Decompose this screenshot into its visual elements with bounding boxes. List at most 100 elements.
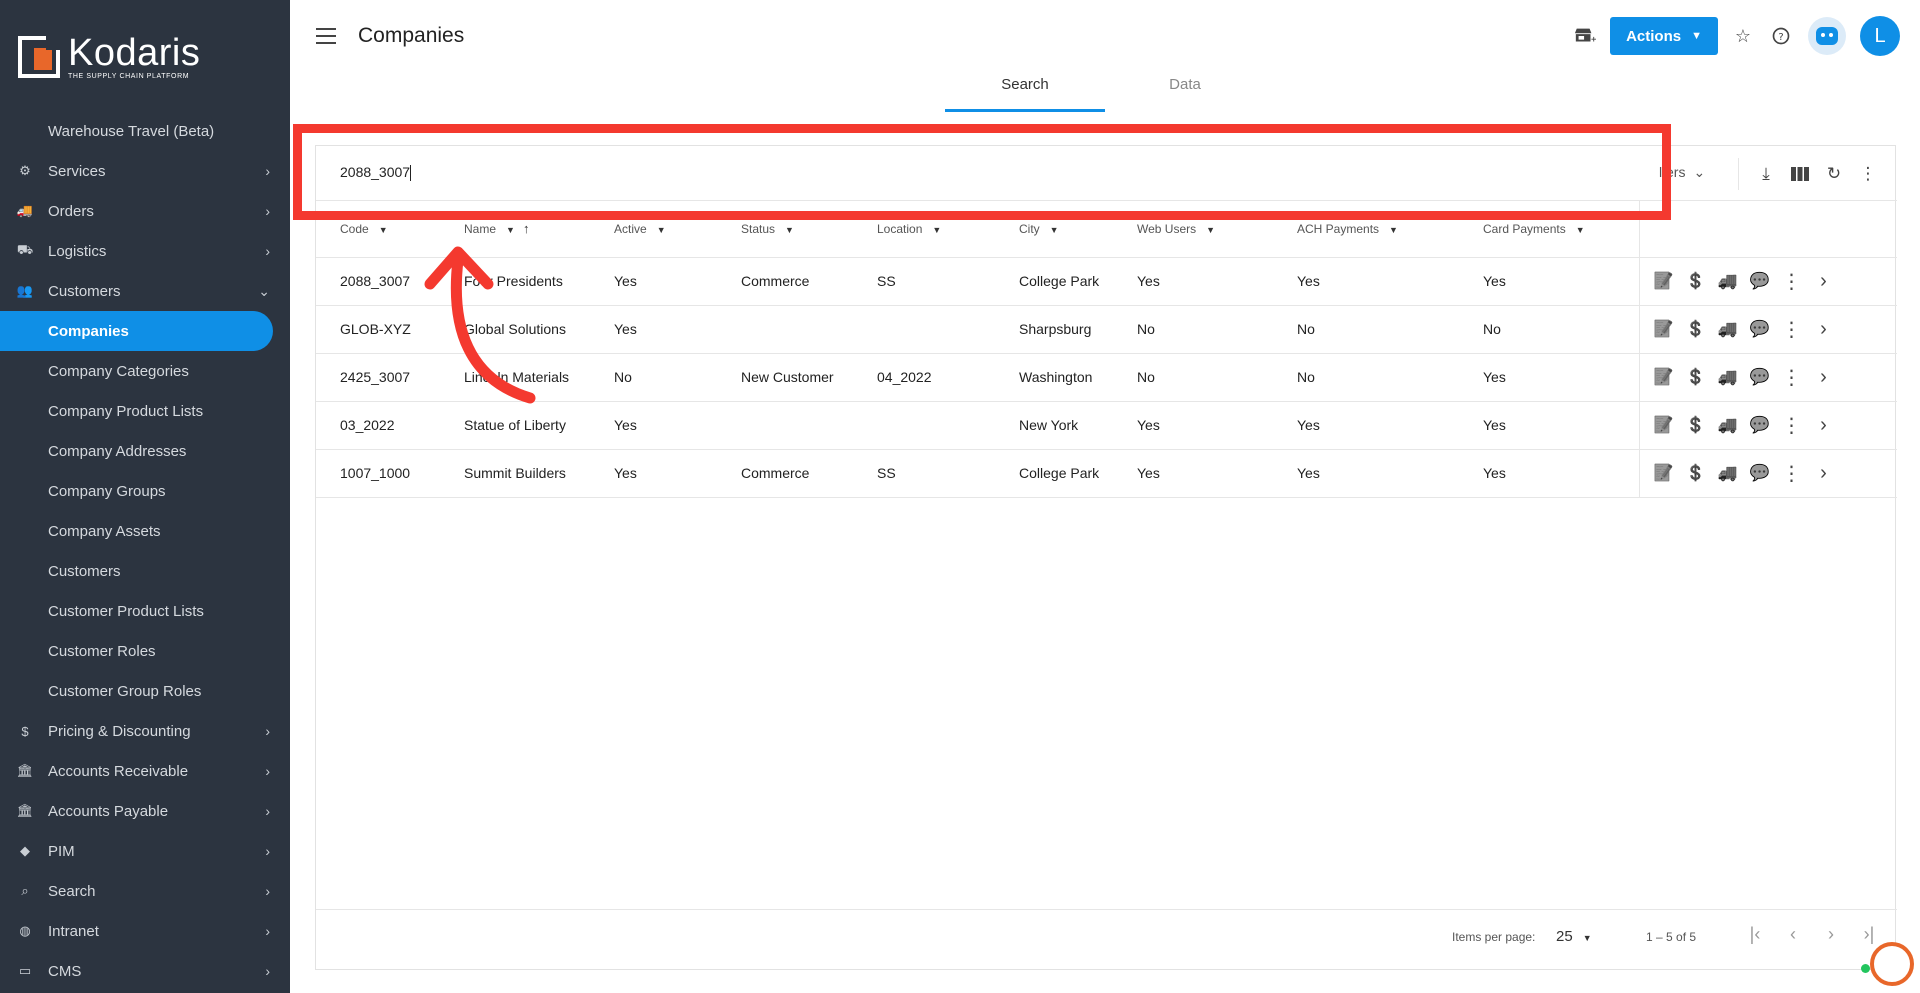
cell-city: Sharpsburg [995,305,1113,354]
sidebar-item-services[interactable]: ⚙ Services › [0,151,290,191]
sidebar-item-pricing-discounting[interactable]: $ Pricing & Discounting › [0,711,290,751]
menu-icon[interactable] [316,28,336,44]
sidebar-item-pim[interactable]: ◆ PIM › [0,831,290,871]
comment-icon[interactable]: 💬 [1744,367,1776,387]
cell-ach-payments: Yes [1273,449,1459,498]
sort-caret-icon[interactable]: ▼ [379,225,388,235]
refresh-icon[interactable]: ↻ [1819,159,1849,189]
next-page-icon[interactable]: › [1812,924,1850,945]
sort-caret-icon[interactable]: ▼ [506,225,515,235]
note-add-icon[interactable]: 📝 [1648,319,1680,339]
tab-data[interactable]: Data [1105,76,1265,112]
logo-name: Kodaris [68,31,201,74]
first-page-icon[interactable]: |‹ [1736,924,1774,945]
sort-caret-icon[interactable]: ▼ [785,225,794,235]
sort-caret-icon[interactable]: ▼ [1206,225,1215,235]
sidebar-item-company-assets[interactable]: Company Assets [0,511,290,551]
sidebar-item-company-product-lists[interactable]: Company Product Lists [0,391,290,431]
sidebar-item-search[interactable]: ⌕ Search › [0,871,290,911]
price-tag-icon[interactable]: 💲 [1680,415,1712,435]
price-tag-icon[interactable]: 💲 [1680,463,1712,483]
table-row[interactable]: 1007_1000 Summit Builders Yes Commerce SS Col… [316,449,1897,498]
comment-icon[interactable]: 💬 [1744,319,1776,339]
sidebar-item-logistics[interactable]: ⛟ Logistics › [0,231,290,271]
more-vert-icon[interactable]: ⋮ [1776,461,1808,486]
sidebar-item-company-groups[interactable]: Company Groups [0,471,290,511]
cell-city: New York [995,401,1113,450]
actions-button[interactable]: Actions ▼ [1610,17,1718,55]
columns-icon[interactable] [1785,159,1815,189]
more-vert-icon[interactable]: ⋮ [1776,317,1808,342]
page-size-select[interactable]: 25 ▼ [1556,928,1592,945]
sidebar-item-customers[interactable]: 👥 Customers ⌄ [0,271,290,311]
price-tag-icon[interactable]: 💲 [1680,319,1712,339]
more-vert-icon[interactable]: ⋮ [1853,159,1883,189]
sidebar-item-customer-group-roles[interactable]: Customer Group Roles [0,671,290,711]
bank-icon: 🏛 [16,803,34,818]
last-page-icon[interactable]: ›| [1850,924,1888,945]
price-tag-icon[interactable]: 💲 [1680,271,1712,291]
cell-ach-payments: No [1273,305,1459,354]
shipping-icon[interactable]: 🚚 [1712,463,1744,483]
note-add-icon[interactable]: 📝 [1648,367,1680,387]
sort-ascending-icon[interactable]: ↑ [523,221,530,236]
sort-caret-icon[interactable]: ▼ [1576,225,1585,235]
note-add-icon[interactable]: 📝 [1648,463,1680,483]
sidebar-item-company-categories[interactable]: Company Categories [0,351,290,391]
chat-support-icon[interactable] [1870,942,1914,986]
sidebar-item-customer-product-lists[interactable]: Customer Product Lists [0,591,290,631]
sort-caret-icon[interactable]: ▼ [1050,225,1059,235]
shipping-icon[interactable]: 🚚 [1712,367,1744,387]
sort-caret-icon[interactable]: ▼ [932,225,941,235]
chevron-right-icon[interactable]: › [1808,366,1840,389]
more-vert-icon[interactable]: ⋮ [1776,269,1808,294]
kodaris-logo[interactable]: Kodaris THE SUPPLY CHAIN PLATFORM [18,34,200,80]
comment-icon[interactable]: 💬 [1744,463,1776,483]
price-tag-icon[interactable]: 💲 [1680,367,1712,387]
chevron-right-icon[interactable]: › [1808,462,1840,485]
sidebar-item-accounts-receivable[interactable]: 🏛 Accounts Receivable › [0,751,290,791]
tab-search[interactable]: Search [945,76,1105,112]
assistant-bot-button[interactable] [1808,17,1846,55]
chevron-right-icon[interactable]: › [1808,414,1840,437]
table-tools: ⤓ ↻ ⋮ [1738,158,1885,190]
sidebar-item-accounts-payable[interactable]: 🏛 Accounts Payable › [0,791,290,831]
prev-page-icon[interactable]: ‹ [1774,924,1812,945]
top-bar: Companies Search Data Actions ▼ ☆ ? L [290,0,1920,120]
sidebar-item-label: Pricing & Discounting [48,722,191,740]
sidebar-item-warehouse-travel-beta-[interactable]: Warehouse Travel (Beta) [0,111,290,151]
note-add-icon[interactable]: 📝 [1648,415,1680,435]
add-store-icon[interactable] [1570,21,1600,51]
cell-status [717,305,853,354]
cell-city: College Park [995,449,1113,498]
chevron-right-icon: › [265,843,270,859]
download-icon[interactable]: ⤓ [1751,159,1781,189]
shipping-icon[interactable]: 🚚 [1712,415,1744,435]
help-icon[interactable]: ? [1766,21,1796,51]
more-vert-icon[interactable]: ⋮ [1776,365,1808,390]
sort-caret-icon[interactable]: ▼ [657,225,666,235]
sidebar-item-customers[interactable]: Customers [0,551,290,591]
cell-status: New Customer [717,353,853,402]
more-vert-icon[interactable]: ⋮ [1776,413,1808,438]
sidebar-item-companies[interactable]: Companies [0,311,273,351]
sidebar-item-orders[interactable]: 🚚 Orders › [0,191,290,231]
sidebar-item-cms[interactable]: ▭ CMS › [0,951,290,991]
comment-icon[interactable]: 💬 [1744,271,1776,291]
column-label: Code [340,221,369,236]
sidebar-item-intranet[interactable]: ◍ Intranet › [0,911,290,951]
avatar[interactable]: L [1860,16,1900,56]
note-add-icon[interactable]: 📝 [1648,271,1680,291]
sidebar-item-company-addresses[interactable]: Company Addresses [0,431,290,471]
bot-icon [1816,27,1838,45]
sort-caret-icon[interactable]: ▼ [1389,225,1398,235]
sidebar-item-label: Services [48,162,106,180]
shipping-icon[interactable]: 🚚 [1712,271,1744,291]
chevron-right-icon: › [265,803,270,819]
shipping-icon[interactable]: 🚚 [1712,319,1744,339]
sidebar-item-customer-roles[interactable]: Customer Roles [0,631,290,671]
comment-icon[interactable]: 💬 [1744,415,1776,435]
star-icon[interactable]: ☆ [1728,21,1758,51]
chevron-right-icon[interactable]: › [1808,270,1840,293]
chevron-right-icon[interactable]: › [1808,318,1840,341]
